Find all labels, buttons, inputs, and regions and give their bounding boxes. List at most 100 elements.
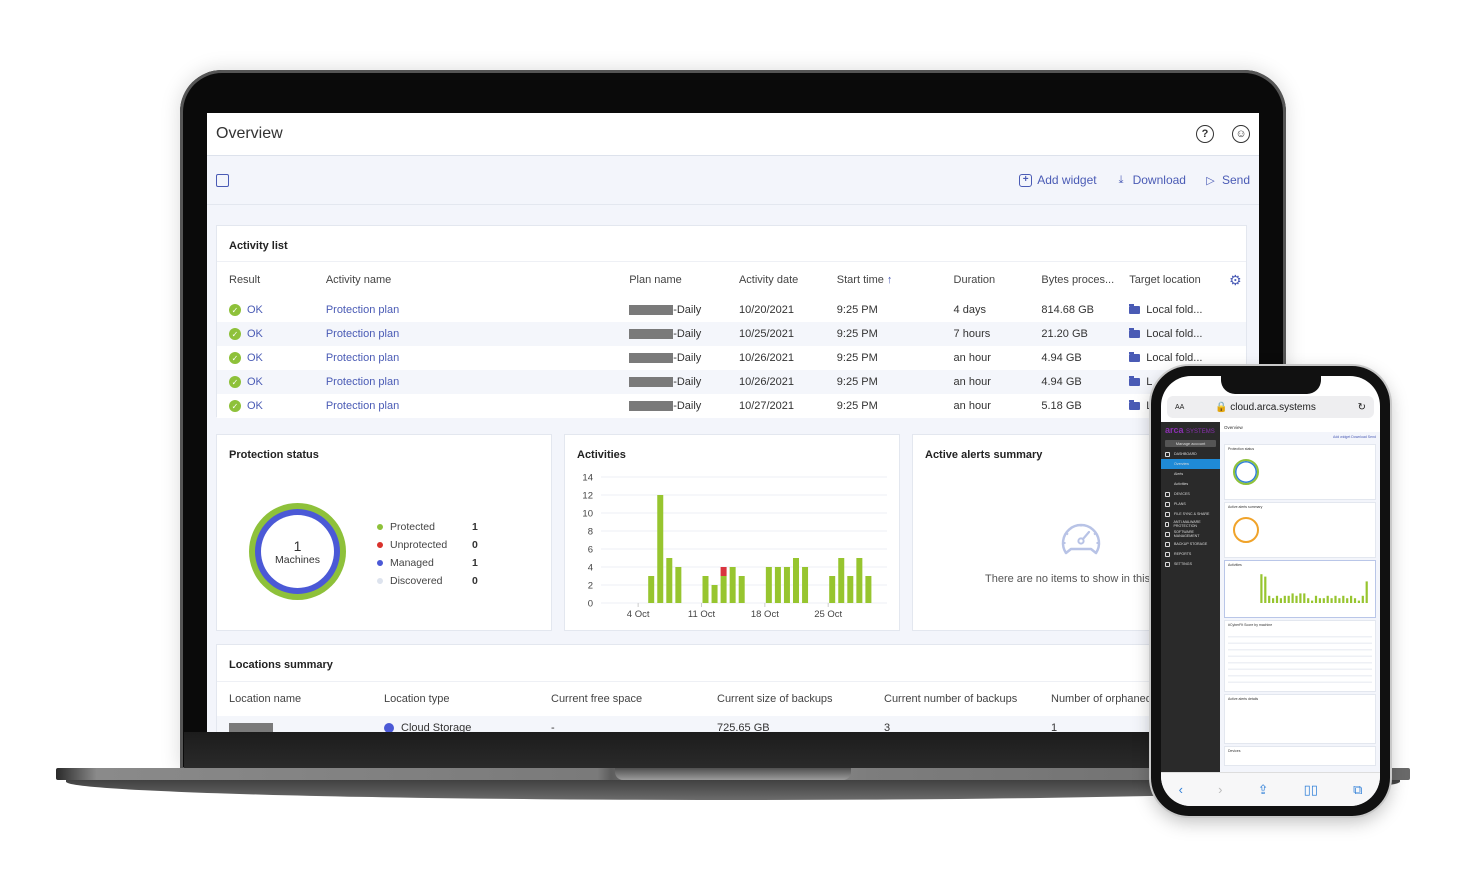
succeeded-bar[interactable] [702, 576, 709, 603]
succeeded-bar[interactable] [793, 558, 799, 603]
phone-page-title: Overview [1220, 422, 1380, 432]
legend-label: Discovered [390, 575, 443, 587]
phone-nav-item[interactable]: PLANS [1161, 499, 1220, 509]
succeeded-bar[interactable] [711, 585, 718, 603]
table-row[interactable]: ✓ OK Protection plan -Daily 10/27/2021 9:25 P… [217, 394, 1246, 418]
activity-name-link[interactable]: Protection plan [314, 376, 617, 388]
column-header[interactable]: Plan name [617, 274, 727, 286]
y-tick-label: 0 [588, 599, 593, 610]
bookmarks-icon[interactable]: ▯▯ [1304, 782, 1318, 798]
protection-legend: Protected 1 Unprotected 0 Managed 1 Discovered… [377, 518, 478, 590]
succeeded-bar[interactable] [829, 576, 836, 603]
table-row[interactable]: ✓ OK Protection plan -Daily 10/26/2021 9:25 P… [217, 370, 1246, 394]
mini-bar [1330, 598, 1333, 603]
column-header[interactable]: Current size of backups [705, 693, 872, 705]
table-row[interactable]: ✓ OK Protection plan -Daily 10/25/2021 9:25 P… [217, 322, 1246, 346]
target-location: Local fold... [1117, 328, 1217, 340]
phone-nav-item[interactable]: SOFTWARE MANAGEMENT [1161, 529, 1220, 539]
succeeded-bar[interactable] [765, 567, 772, 603]
column-header-sorted[interactable]: Start time ↑ [825, 274, 942, 286]
mini-bar [1307, 598, 1310, 603]
nav-label: FILE SYNC & SHARE [1174, 512, 1210, 516]
add-widget-button[interactable]: + Add widget [1019, 173, 1097, 187]
text-size-button[interactable]: AA [1175, 404, 1215, 411]
nav-icon [1165, 521, 1170, 527]
table-row[interactable]: Cloud Storage - 725.65 GB 3 1 [217, 716, 1246, 732]
phone-nav-item[interactable]: DEVICES [1161, 489, 1220, 499]
succeeded-bar[interactable] [738, 576, 745, 603]
browser-address-bar[interactable]: AA 🔒 cloud.arca.systems ↻ [1167, 396, 1374, 418]
column-header[interactable]: Result [217, 274, 314, 286]
table-row[interactable]: ✓ OK Protection plan -Daily 10/20/2021 9:25 P… [217, 298, 1246, 322]
activity-name-link[interactable]: Protection plan [314, 400, 617, 412]
back-icon[interactable]: ‹ [1179, 782, 1183, 797]
reload-icon[interactable]: ↻ [1358, 402, 1366, 413]
succeeded-bar[interactable] [657, 495, 664, 603]
mini-activities-chart [1260, 574, 1368, 603]
activity-name-link[interactable]: Protection plan [314, 328, 617, 340]
succeeded-bar[interactable] [648, 576, 655, 603]
succeeded-bar[interactable] [720, 576, 727, 603]
url-field: 🔒 cloud.arca.systems [1215, 402, 1358, 413]
laptop-bezel-bottom [184, 732, 1282, 770]
column-header[interactable]: Duration [942, 274, 1030, 286]
mini-bar [1353, 598, 1357, 603]
succeeded-bar[interactable] [802, 567, 809, 603]
succeeded-bar[interactable] [847, 576, 854, 603]
card-title: Active alerts details [1228, 697, 1259, 701]
column-header[interactable]: Location name [217, 693, 372, 705]
duration: 7 hours [953, 328, 991, 340]
phone-nav-item[interactable]: Activities [1161, 479, 1220, 489]
table-row[interactable]: ✓ OK Protection plan -Daily 10/26/2021 9:25 P… [217, 346, 1246, 370]
mini-bar [1314, 595, 1318, 603]
widget-title: Activity list [229, 240, 288, 252]
share-icon[interactable]: ⇪ [1258, 782, 1269, 798]
succeeded-bar[interactable] [838, 558, 845, 603]
manage-account-button[interactable]: Manage account [1165, 440, 1216, 447]
expand-icon[interactable] [216, 173, 229, 187]
phone-nav-item[interactable]: DASHBOARD [1161, 449, 1220, 459]
send-button[interactable]: ▷ Send [1204, 173, 1250, 187]
phone-nav-item[interactable]: Alerts [1161, 469, 1220, 479]
help-icon[interactable]: ? [1196, 125, 1214, 143]
mini-bar [1357, 600, 1360, 603]
activity-name-link[interactable]: Protection plan [314, 352, 617, 364]
phone-nav-item[interactable]: FILE SYNC & SHARE [1161, 509, 1220, 519]
phone-nav-item[interactable]: Overview [1161, 459, 1220, 469]
account-icon[interactable]: ☺ [1232, 125, 1250, 143]
redacted-text [629, 401, 674, 412]
phone-nav-item[interactable]: REPORTS [1161, 549, 1220, 559]
succeeded-bar[interactable] [729, 567, 736, 603]
failed-bar[interactable] [720, 567, 727, 576]
plan-suffix: -Daily [673, 400, 702, 412]
redacted-text [629, 377, 674, 388]
bytes-processed: 814.68 GB [1041, 304, 1094, 316]
succeeded-bar[interactable] [774, 567, 781, 603]
nav-icon [1165, 491, 1170, 497]
phone-nav-item[interactable]: ANTI-MALWARE PROTECTION [1161, 519, 1220, 529]
succeeded-bar[interactable] [856, 558, 863, 603]
phone-nav-item[interactable]: BACKUP STORAGE [1161, 539, 1220, 549]
column-header[interactable]: Current number of backups [872, 693, 1039, 705]
column-header[interactable]: Activity date [727, 274, 825, 286]
column-header[interactable]: Current free space [539, 693, 705, 705]
download-button[interactable]: ⤓ Download [1115, 173, 1186, 187]
succeeded-bar[interactable] [666, 558, 673, 603]
forward-icon[interactable]: › [1218, 782, 1222, 797]
result-text: OK [247, 304, 263, 316]
succeeded-bar[interactable] [865, 576, 872, 603]
gear-icon[interactable]: ⚙ [1217, 272, 1246, 289]
column-header[interactable]: Bytes proces... [1029, 274, 1117, 286]
target-location: Local fold... [1117, 352, 1217, 364]
activity-name-link[interactable]: Protection plan [314, 304, 617, 316]
x-tick-label: 4 Oct [627, 609, 650, 620]
succeeded-bar[interactable] [675, 567, 682, 603]
column-header[interactable]: Activity name [314, 274, 617, 286]
target-text: Local fold... [1146, 352, 1203, 364]
plan-name: -Daily [617, 400, 727, 412]
phone-nav-item[interactable]: SETTINGS [1161, 559, 1220, 569]
tabs-icon[interactable]: ⧉ [1353, 782, 1362, 798]
succeeded-bar[interactable] [783, 567, 790, 603]
column-header[interactable]: Location type [372, 693, 539, 705]
column-header[interactable]: Target location [1117, 274, 1217, 286]
